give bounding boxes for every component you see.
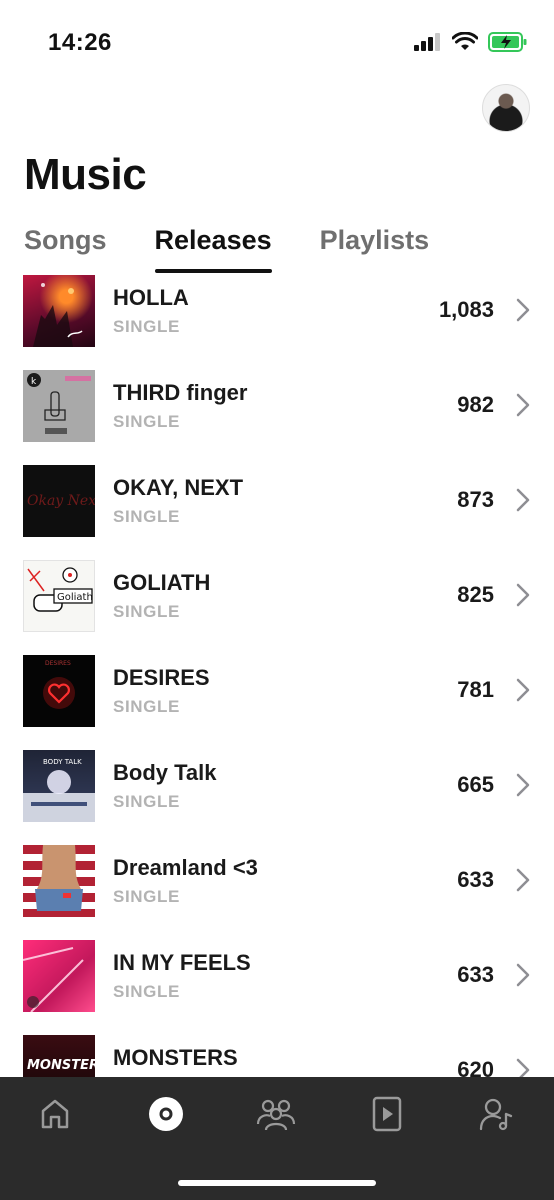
nav-music[interactable] (146, 1094, 186, 1134)
chevron-right-icon (516, 298, 530, 322)
nav-profile[interactable] (477, 1094, 517, 1134)
home-indicator (178, 1180, 376, 1186)
status-bar: 14:26 (0, 0, 554, 80)
release-title: OKAY, NEXT (113, 475, 244, 500)
release-type: SINGLE (113, 697, 180, 716)
release-title: Body Talk (113, 760, 217, 785)
release-type: SINGLE (113, 317, 180, 336)
release-count: 982 (457, 392, 494, 417)
release-type: SINGLE (113, 887, 180, 906)
release-row[interactable]: BODY TALK Body Talk SINGLE 665 (0, 737, 554, 832)
svg-text:k: k (31, 377, 37, 387)
chevron-right-icon (516, 1058, 530, 1077)
cover-art-text: BODY TALK (43, 758, 82, 766)
video-icon (372, 1096, 402, 1132)
release-row[interactable]: k THIRD finger SINGLE 982 (0, 357, 554, 452)
release-title: THIRD finger (113, 380, 248, 405)
wifi-icon (452, 32, 478, 50)
release-title: DESIRES (113, 665, 210, 690)
page-title: Music (24, 150, 147, 199)
release-count: 873 (457, 487, 494, 512)
nav-audience[interactable] (256, 1094, 296, 1134)
release-row[interactable]: MONSTERS MONSTERS SINGLE 620 (0, 1022, 554, 1077)
chevron-right-icon (516, 678, 530, 702)
release-row[interactable]: IN MY FEELS SINGLE 633 (0, 927, 554, 1022)
cover-art-text: Goliath (57, 592, 93, 603)
release-type: SINGLE (113, 507, 180, 526)
release-row[interactable]: DESIRES DESIRES SINGLE 781 (0, 642, 554, 737)
cover-art: Goliath (23, 560, 95, 632)
artist-profile-icon (479, 1098, 513, 1131)
chevron-right-icon (516, 393, 530, 417)
chevron-right-icon (516, 488, 530, 512)
cover-art: MONSTERS (23, 1035, 95, 1077)
release-title: GOLIATH (113, 570, 211, 595)
cover-art (23, 940, 95, 1012)
release-count: 620 (457, 1057, 494, 1077)
home-icon (41, 1099, 69, 1129)
cover-art-text: DESIRES (45, 660, 71, 667)
release-row[interactable]: HOLLA SINGLE 1,083 (0, 262, 554, 357)
cover-art: BODY TALK (23, 750, 95, 822)
release-title: IN MY FEELS (113, 950, 251, 975)
chevron-right-icon (516, 773, 530, 797)
cover-art-text: Okay Next (27, 493, 95, 509)
music-disc-icon (149, 1097, 183, 1131)
release-count: 781 (457, 677, 494, 702)
release-type: SINGLE (113, 792, 180, 811)
cover-art: Okay Next (23, 465, 95, 537)
nav-home[interactable] (35, 1094, 75, 1134)
release-title: HOLLA (113, 285, 189, 310)
release-title: MONSTERS (113, 1045, 238, 1070)
profile-avatar[interactable] (482, 84, 530, 132)
people-icon (256, 1099, 296, 1131)
chevron-right-icon (516, 963, 530, 987)
release-row[interactable]: Okay Next OKAY, NEXT SINGLE 873 (0, 452, 554, 547)
cover-art: k (23, 370, 95, 442)
release-list: HOLLA SINGLE 1,083 k THIRD finger SINGLE… (0, 262, 554, 1077)
battery-charging-icon (488, 32, 527, 52)
release-type: SINGLE (113, 982, 180, 1001)
release-count: 633 (457, 962, 494, 987)
chevron-right-icon (516, 583, 530, 607)
cover-art: DESIRES (23, 655, 95, 727)
release-title: Dreamland <3 (113, 855, 258, 880)
release-count: 633 (457, 867, 494, 892)
chevron-right-icon (516, 868, 530, 892)
release-row[interactable]: Goliath GOLIATH SINGLE 825 (0, 547, 554, 642)
release-type: SINGLE (113, 602, 180, 621)
release-row[interactable]: Dreamland <3 SINGLE 633 (0, 832, 554, 927)
release-type: SINGLE (113, 412, 180, 431)
cover-art (23, 845, 95, 917)
nav-videos[interactable] (367, 1094, 407, 1134)
cover-art (23, 275, 95, 347)
cellular-signal-icon (414, 33, 440, 51)
status-icons (414, 32, 528, 52)
release-count: 665 (457, 772, 494, 797)
release-count: 1,083 (438, 297, 494, 322)
cover-art-text: MONSTERS (27, 1058, 95, 1073)
status-time: 14:26 (48, 29, 112, 56)
release-count: 825 (457, 582, 494, 607)
